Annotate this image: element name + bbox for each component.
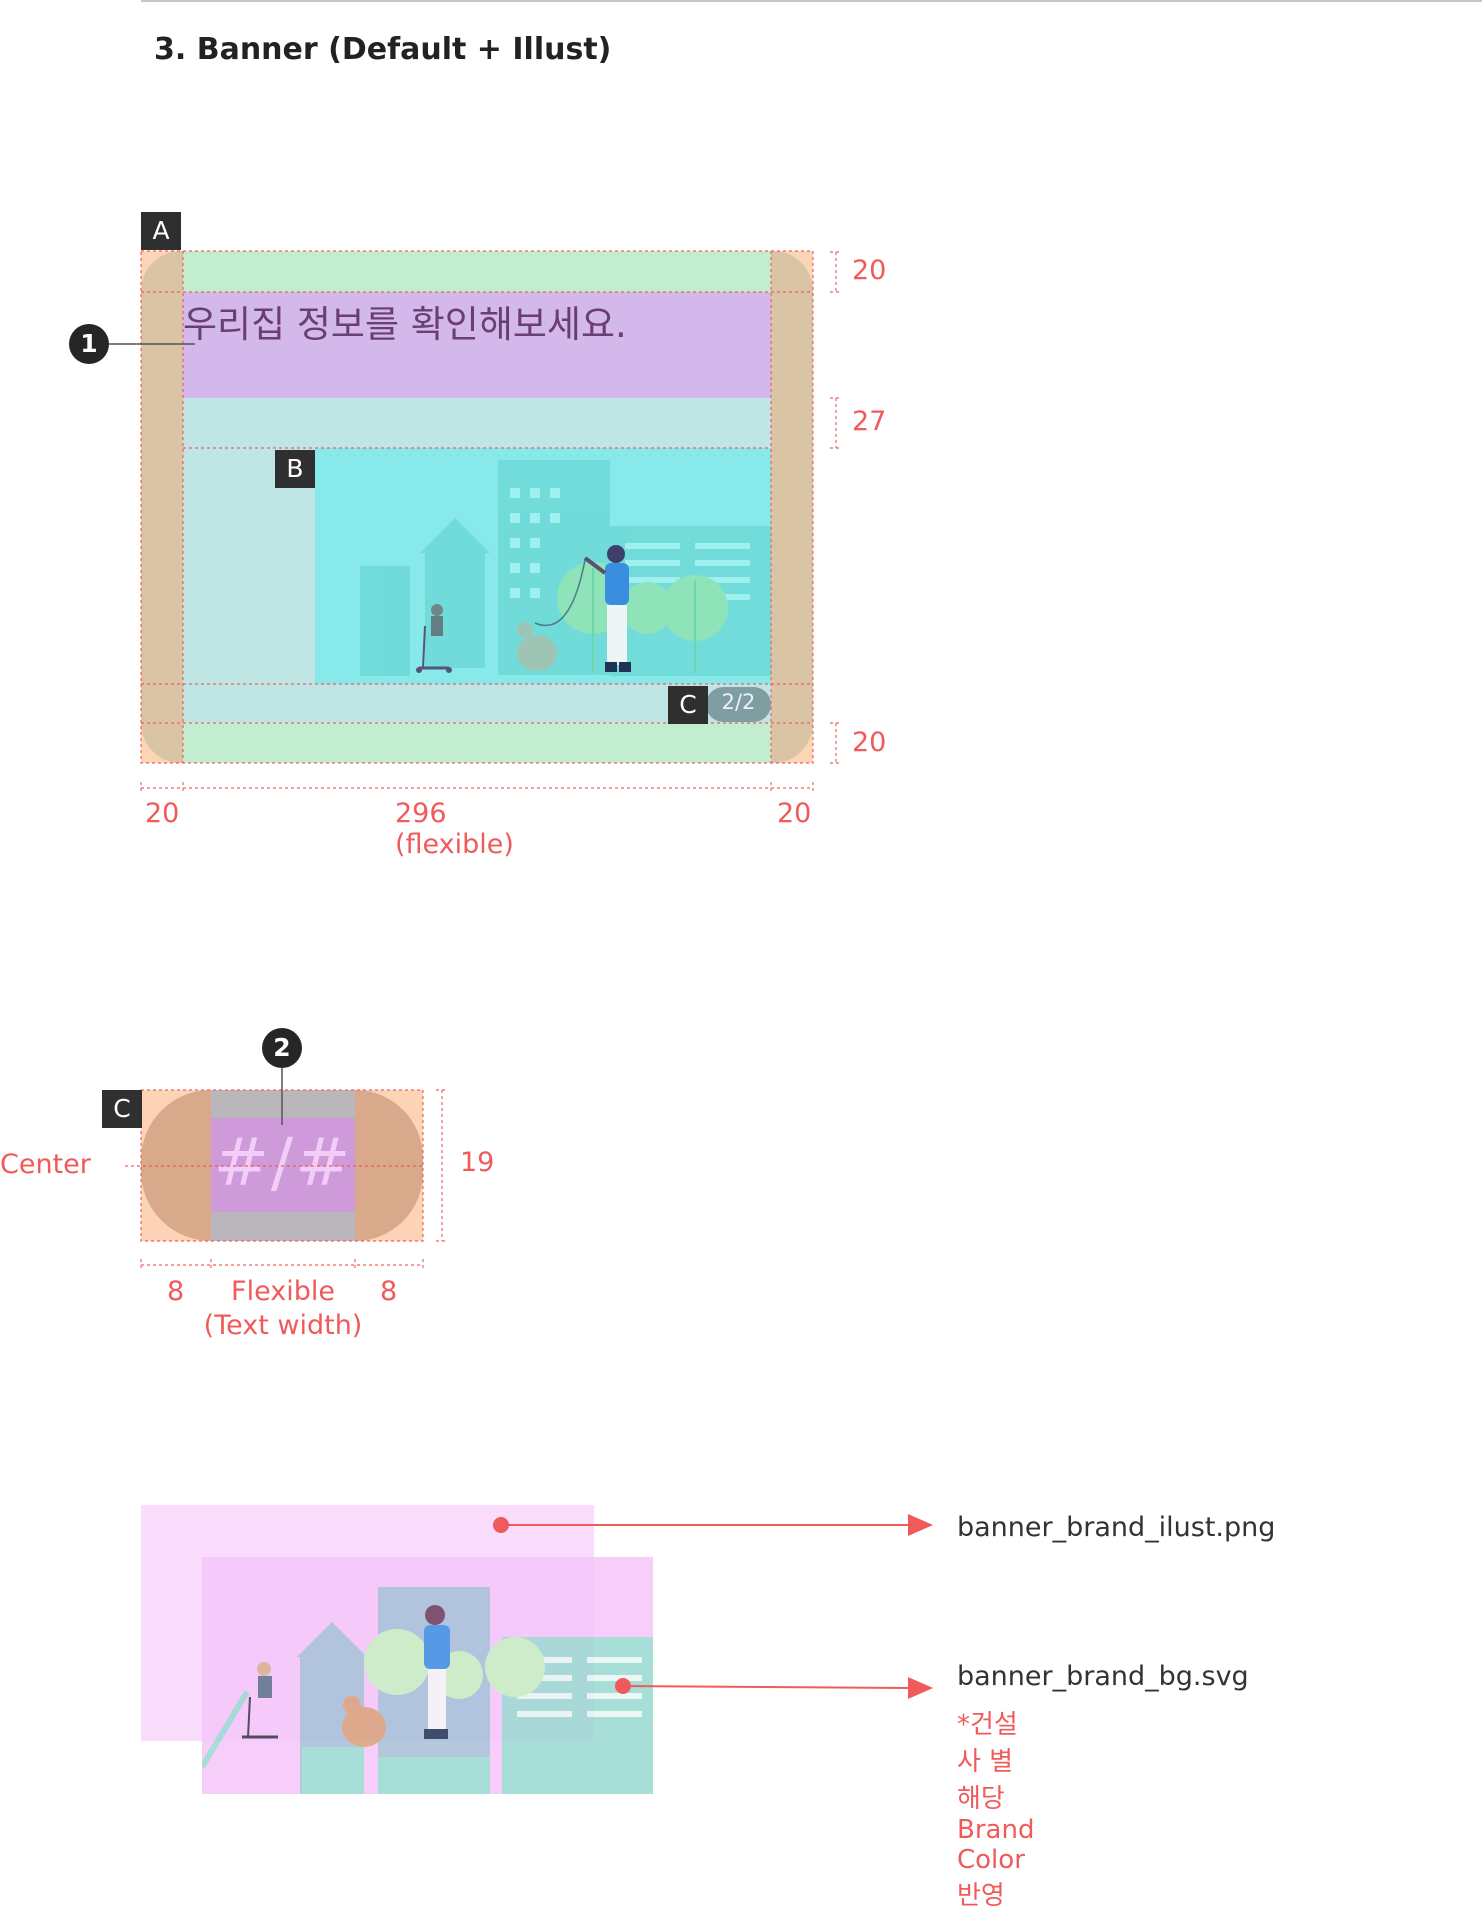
brand-color-note: *건설사 별 해당 Brand Color 반영 bbox=[957, 1710, 1035, 1911]
ilust-filename: banner_brand_ilust.png bbox=[957, 1512, 1276, 1543]
ilust-pointer-arrow bbox=[908, 1514, 933, 1536]
bg-pointer-arrow bbox=[908, 1677, 933, 1699]
bg-filename: banner_brand_bg.svg bbox=[957, 1661, 1249, 1692]
